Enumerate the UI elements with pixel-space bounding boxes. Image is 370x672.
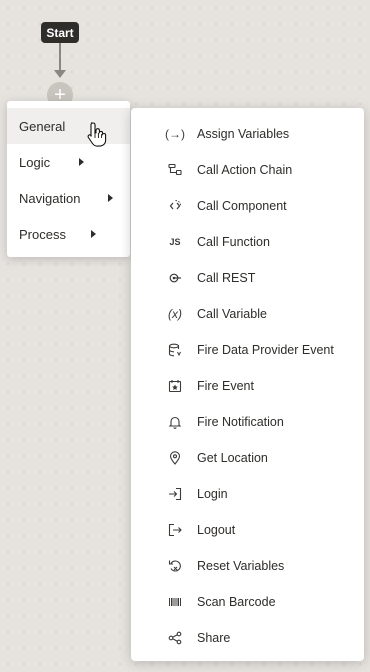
submenu-item-label: Get Location [197,451,268,465]
submenu-item-label: Login [197,487,228,501]
submenu-item-label: Call REST [197,271,256,285]
hand-pointer-cursor-icon [87,122,107,147]
barcode-icon [164,594,186,610]
submenu-item-label: Call Component [197,199,287,213]
submenu-item-call-action-chain[interactable]: Call Action Chain [131,152,364,188]
arrow-down-icon [54,70,66,78]
menu-item-general[interactable]: General [7,108,130,144]
submenu-item-label: Fire Notification [197,415,284,429]
assign-variables-icon: (→) [165,127,185,141]
menu-item-label: Navigation [19,190,81,206]
submenu-item-login[interactable]: Login [131,476,364,512]
submenu-item-call-component[interactable]: Call Component [131,188,364,224]
location-pin-icon [164,450,186,466]
submenu-item-call-function[interactable]: JS Call Function [131,224,364,260]
submenu-item-scan-barcode[interactable]: Scan Barcode [131,584,364,620]
submenu-item-logout[interactable]: Logout [131,512,364,548]
submenu-item-fire-data-provider-event[interactable]: Fire Data Provider Event [131,332,364,368]
submenu-item-label: Logout [197,523,236,537]
action-category-menu: General Logic Navigation Process [7,101,130,257]
submenu-item-get-location[interactable]: Get Location [131,440,364,476]
menu-item-process[interactable]: Process [7,216,130,252]
menu-item-label: Logic [19,154,51,170]
submenu-item-reset-variables[interactable]: Reset Variables [131,548,364,584]
chevron-right-icon [91,230,96,238]
submenu-item-call-rest[interactable]: Call REST [131,260,364,296]
database-icon [164,342,186,358]
variable-icon: (x) [168,307,182,321]
submenu-item-call-variable[interactable]: (x) Call Variable [131,296,364,332]
calendar-star-icon [164,378,186,394]
submenu-item-share[interactable]: Share [131,620,364,656]
submenu-item-assign-variables[interactable]: (→) Assign Variables [131,116,364,152]
chevron-right-icon [79,158,84,166]
submenu-item-label: Share [197,631,231,645]
submenu-item-fire-event[interactable]: Fire Event [131,368,364,404]
submenu-item-label: Call Action Chain [197,163,293,177]
start-node[interactable]: Start [41,22,79,43]
login-icon [164,486,186,502]
submenu-item-label: Call Variable [197,307,267,321]
component-icon [164,198,186,214]
submenu-item-label: Assign Variables [197,127,290,141]
submenu-item-label: Fire Data Provider Event [197,343,334,357]
submenu-item-label: Fire Event [197,379,254,393]
menu-item-label: General [19,118,66,134]
function-icon: JS [169,237,181,247]
submenu-item-label: Reset Variables [197,559,285,573]
menu-item-logic[interactable]: Logic [7,144,130,180]
bell-icon [164,414,186,430]
submenu-item-label: Call Function [197,235,270,249]
rest-icon [164,270,186,286]
logout-icon [164,522,186,538]
submenu-item-label: Scan Barcode [197,595,276,609]
reset-icon [164,558,186,574]
share-icon [164,630,186,646]
action-chain-icon [164,162,186,178]
menu-item-navigation[interactable]: Navigation [7,180,130,216]
menu-item-label: Process [19,226,66,242]
submenu-item-fire-notification[interactable]: Fire Notification [131,404,364,440]
chevron-right-icon [108,194,113,202]
general-actions-submenu: (→) Assign Variables Call Action Chain C… [131,108,364,661]
